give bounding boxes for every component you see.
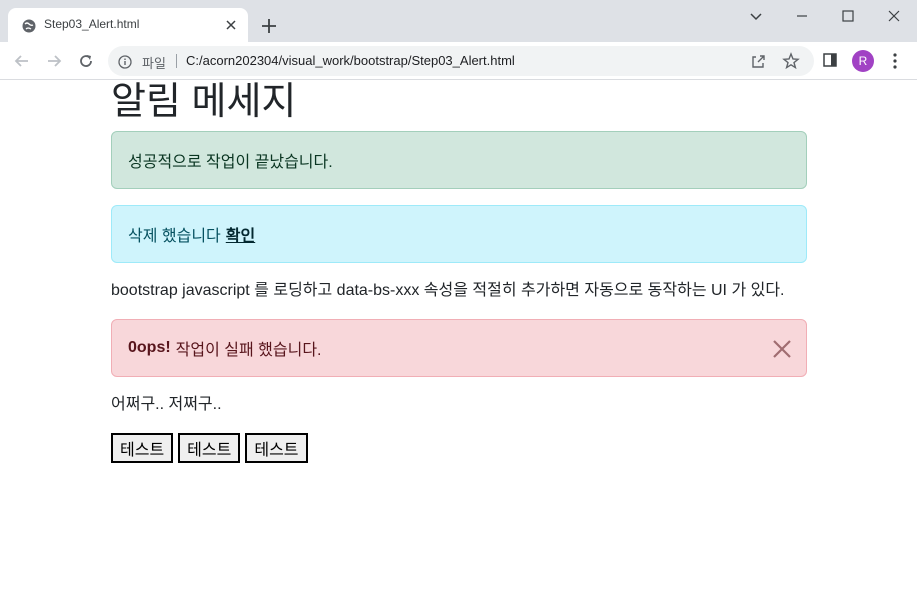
tab-title: Step03_Alert.html bbox=[44, 17, 140, 31]
alert-confirm-link[interactable]: 확인 bbox=[226, 222, 255, 246]
description-text: bootstrap javascript 를 로딩하고 data-bs-xxx … bbox=[111, 282, 785, 299]
star-icon[interactable] bbox=[782, 52, 800, 70]
alert-danger-strong: 0ops! bbox=[128, 339, 171, 356]
scheme-label: 파일 bbox=[142, 56, 166, 71]
forward-arrow-icon[interactable] bbox=[44, 51, 64, 71]
close-icon[interactable] bbox=[772, 339, 792, 359]
back-arrow-icon[interactable] bbox=[12, 51, 32, 71]
share-icon[interactable] bbox=[750, 53, 766, 69]
url-text[interactable]: C:/acorn202304/visual_work/bootstrap/Ste… bbox=[186, 53, 515, 68]
browser-toolbar: 파일 C:/acorn202304/visual_work/bootstrap/… bbox=[0, 42, 917, 80]
globe-icon bbox=[22, 18, 36, 33]
reload-icon[interactable] bbox=[76, 51, 96, 71]
omnibox-divider bbox=[176, 54, 177, 68]
page-content: 알림 메세지 성공적으로 작업이 끝났습니다. 삭제 했습니다 확인 boots… bbox=[111, 80, 807, 463]
alert-success-text: 성공적으로 작업이 끝났습니다. bbox=[128, 154, 333, 171]
note-text: 어쩌구.. 저쩌구.. bbox=[111, 396, 222, 413]
alert-success: 성공적으로 작업이 끝났습니다. bbox=[111, 131, 807, 189]
alert-info: 삭제 했습니다 확인 bbox=[111, 205, 807, 263]
kebab-menu-icon[interactable] bbox=[888, 52, 902, 70]
window-close-icon[interactable] bbox=[884, 6, 904, 26]
test-button-2[interactable]: 테스트 bbox=[178, 433, 241, 463]
avatar[interactable]: R bbox=[852, 50, 874, 72]
info-icon[interactable] bbox=[118, 54, 132, 69]
alert-danger-text: 작업이 실패 했습니다. bbox=[175, 342, 322, 359]
tab-strip: Step03_Alert.html bbox=[0, 0, 917, 42]
button-row: 테스트 테스트 테스트 bbox=[111, 433, 807, 463]
maximize-icon[interactable] bbox=[838, 6, 858, 26]
plus-icon[interactable] bbox=[258, 15, 280, 37]
alert-info-text: 삭제 했습니다 bbox=[128, 228, 221, 245]
alert-danger: 0ops! 작업이 실패 했습니다. bbox=[111, 319, 807, 377]
minimize-icon[interactable] bbox=[792, 6, 812, 26]
address-bar[interactable]: 파일 C:/acorn202304/visual_work/bootstrap/… bbox=[108, 46, 814, 76]
test-button-3[interactable]: 테스트 bbox=[245, 433, 308, 463]
chevron-down-icon[interactable] bbox=[746, 6, 766, 26]
close-icon[interactable] bbox=[222, 16, 240, 34]
test-button-1[interactable]: 테스트 bbox=[111, 433, 174, 463]
browser-tab[interactable]: Step03_Alert.html bbox=[8, 8, 248, 42]
side-panel-icon[interactable] bbox=[822, 52, 838, 68]
page-title: 알림 메세지 bbox=[111, 81, 297, 123]
